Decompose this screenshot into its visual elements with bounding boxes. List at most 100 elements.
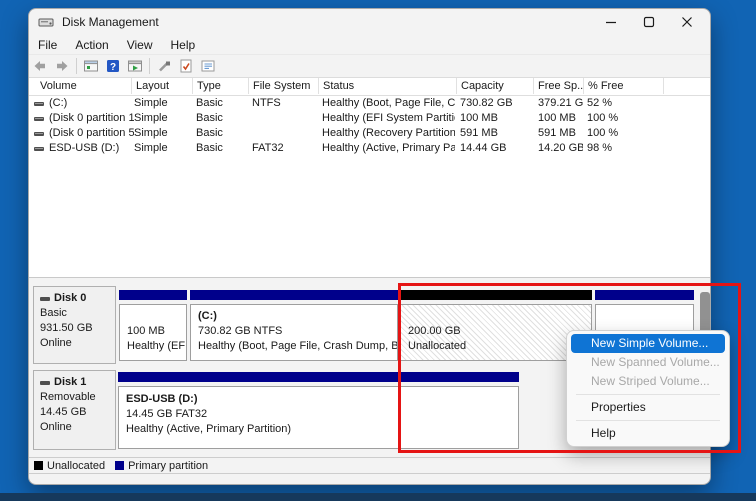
cell-layout: Simple: [134, 111, 190, 126]
volume-row-esd-usb[interactable]: ESD-USB (D:) Simple Basic FAT32 Healthy …: [29, 141, 710, 156]
partition-status: Healthy (EFI S: [127, 339, 179, 354]
menu-help[interactable]: Help: [162, 35, 205, 54]
cell-file-system: [252, 111, 314, 126]
legend-bar: Unallocated Primary partition: [29, 457, 710, 474]
cell-type: Basic: [196, 111, 246, 126]
maximize-button[interactable]: [630, 9, 668, 35]
disk-name: Disk 0: [54, 291, 86, 306]
column-header-layout[interactable]: Layout: [132, 78, 193, 94]
back-icon: [32, 58, 48, 74]
cell-layout: Simple: [134, 141, 190, 156]
disk0-c-partition-bar: [190, 290, 398, 300]
toolbar: ?: [29, 55, 710, 78]
rescan-disks-button[interactable]: [175, 56, 197, 76]
volume-row-partition5[interactable]: (Disk 0 partition 5) Simple Basic Health…: [29, 126, 710, 141]
cell-capacity: 591 MB: [460, 126, 532, 141]
partition-name: ESD-USB (D:): [126, 392, 511, 407]
disk-size: 931.50 GB: [40, 321, 115, 336]
menu-file[interactable]: File: [29, 35, 66, 54]
disk1-esd-usb-partition[interactable]: ESD-USB (D:) 14.45 GB FAT32 Healthy (Act…: [118, 386, 519, 449]
cell-free-space: 379.21 GB: [538, 96, 583, 111]
disk-icon: [40, 297, 50, 301]
context-menu: New Simple Volume... New Spanned Volume.…: [566, 330, 730, 447]
disk-size: 14.45 GB: [40, 405, 115, 420]
minimize-button[interactable]: [592, 9, 630, 35]
cell-pct-free: 100 %: [587, 111, 657, 126]
menu-item-new-striped-volume[interactable]: New Striped Volume...: [571, 372, 725, 391]
disk-icon: [40, 381, 50, 385]
cell-capacity: 14.44 GB: [460, 141, 532, 156]
volume-icon: [34, 132, 44, 136]
column-header-status[interactable]: Status: [319, 78, 457, 94]
legend-primary-partition: Primary partition: [115, 460, 208, 472]
volume-row-partition1[interactable]: (Disk 0 partition 1) Simple Basic Health…: [29, 111, 710, 126]
cell-status: Healthy (EFI System Partition): [322, 111, 455, 126]
disk-name: Disk 1: [54, 375, 86, 390]
disk0-unallocated-partition[interactable]: 200.00 GB Unallocated: [400, 304, 592, 361]
show-action-pane-button[interactable]: [124, 56, 146, 76]
menu-item-help[interactable]: Help: [571, 424, 725, 443]
disk0-recovery-partition-bar: [595, 290, 694, 300]
legend-label: Unallocated: [47, 460, 105, 472]
show-console-tree-button[interactable]: [80, 56, 102, 76]
cell-type: Basic: [196, 96, 246, 111]
menu-action[interactable]: Action: [66, 35, 117, 54]
menu-item-new-simple-volume[interactable]: New Simple Volume...: [571, 334, 725, 353]
forward-icon: [54, 58, 70, 74]
close-button[interactable]: [668, 9, 706, 35]
column-header-capacity[interactable]: Capacity: [457, 78, 534, 94]
partition-size: 14.45 GB FAT32: [126, 407, 511, 422]
toolbar-separator: [149, 58, 150, 74]
cell-volume: (Disk 0 partition 5): [49, 126, 134, 141]
cell-file-system: [252, 126, 314, 141]
cell-type: Basic: [196, 126, 246, 141]
cell-layout: Simple: [134, 96, 190, 111]
cell-free-space: 100 MB: [538, 111, 583, 126]
legend-label: Primary partition: [128, 460, 208, 472]
partition-size: 200.00 GB: [408, 324, 584, 339]
help-button[interactable]: ?: [102, 56, 124, 76]
menu-separator: [576, 420, 720, 421]
primary-partition-swatch: [115, 461, 124, 470]
toolbar-separator: [76, 58, 77, 74]
menu-item-properties[interactable]: Properties: [571, 398, 725, 417]
disk0-efi-partition-bar: [119, 290, 187, 300]
titlebar: Disk Management: [29, 9, 710, 35]
column-header-file-system[interactable]: File System: [249, 78, 319, 94]
cell-pct-free: 98 %: [587, 141, 657, 156]
unallocated-swatch: [34, 461, 43, 470]
svg-text:?: ?: [110, 62, 116, 73]
partition-status: Unallocated: [408, 339, 584, 354]
check-page-icon: [178, 58, 194, 74]
cell-free-space: 14.20 GB: [538, 141, 583, 156]
disk-type: Basic: [40, 306, 115, 321]
column-header-free-space[interactable]: Free Sp...: [534, 78, 584, 94]
disk0-unallocated-bar: [400, 290, 592, 300]
column-header-type[interactable]: Type: [193, 78, 249, 94]
partition-status: Healthy (Active, Primary Partition): [126, 422, 511, 437]
disk0-efi-partition[interactable]: 100 MB Healthy (EFI S: [119, 304, 187, 361]
disk0-c-partition[interactable]: (C:) 730.82 GB NTFS Healthy (Boot, Page …: [190, 304, 398, 361]
column-header-volume[interactable]: Volume: [29, 78, 132, 94]
cell-volume: ESD-USB (D:): [49, 141, 134, 156]
partition-size: 730.82 GB NTFS: [198, 324, 390, 339]
menu-view[interactable]: View: [118, 35, 162, 54]
back-button[interactable]: [29, 56, 51, 76]
show-action-pane-icon: [127, 58, 143, 74]
app-icon: [38, 14, 54, 30]
disk0-label-box[interactable]: Disk 0 Basic 931.50 GB Online: [33, 286, 116, 364]
column-header-empty: [664, 78, 711, 94]
partition-status: Healthy (Boot, Page File, Crash Dump, Ba…: [198, 339, 390, 354]
column-header-pct-free[interactable]: % Free: [584, 78, 664, 94]
forward-button[interactable]: [51, 56, 73, 76]
window-title: Disk Management: [62, 15, 159, 29]
cell-status: Healthy (Recovery Partition): [322, 126, 455, 141]
disk1-label-box[interactable]: Disk 1 Removable 14.45 GB Online: [33, 370, 116, 450]
volume-row-c[interactable]: (C:) Simple Basic NTFS Healthy (Boot, Pa…: [29, 96, 710, 111]
menu-item-new-spanned-volume[interactable]: New Spanned Volume...: [571, 353, 725, 372]
minimize-icon: [605, 16, 617, 28]
wand-tool-button[interactable]: [153, 56, 175, 76]
volume-icon: [34, 102, 44, 106]
disk1-esd-usb-partition-bar: [118, 372, 519, 382]
properties-button[interactable]: [197, 56, 219, 76]
